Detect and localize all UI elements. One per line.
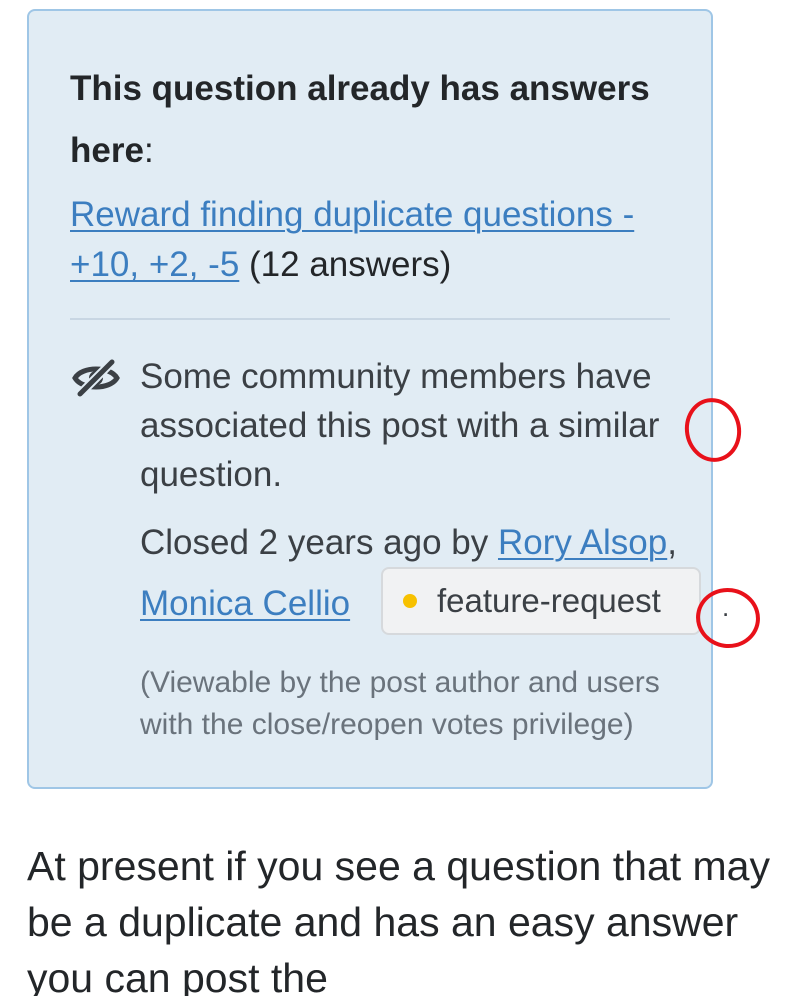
duplicate-heading: This question already has answers here: — [70, 58, 690, 182]
post-body-text: At present if you see a question that ma… — [27, 843, 770, 996]
eye-slash-icon — [72, 358, 120, 398]
tag-dot-icon — [403, 594, 417, 608]
divider — [70, 318, 670, 320]
closer-link-rory-alsop[interactable]: Rory Alsop — [498, 523, 667, 562]
duplicate-link-line: Reward finding duplicate questions - +10… — [70, 190, 690, 290]
closed-prefix: Closed 2 years ago by — [140, 523, 498, 562]
answer-count: (12 answers) — [249, 245, 452, 284]
duplicate-heading-colon: : — [143, 131, 154, 170]
closer-link-monica-cellio[interactable]: Monica Cellio — [140, 579, 350, 629]
tag-label: feature-request — [437, 582, 661, 619]
community-notice-text: Some community members have associated t… — [140, 357, 660, 494]
tag-feature-request[interactable]: feature-request — [381, 567, 701, 635]
viewable-note: (Viewable by the post author and users w… — [140, 666, 660, 741]
closer-separator: , — [667, 523, 677, 562]
closed-line: Closed 2 years ago by Rory Alsop, — [140, 518, 720, 568]
duplicate-heading-text: This question already has answers here — [70, 69, 650, 170]
